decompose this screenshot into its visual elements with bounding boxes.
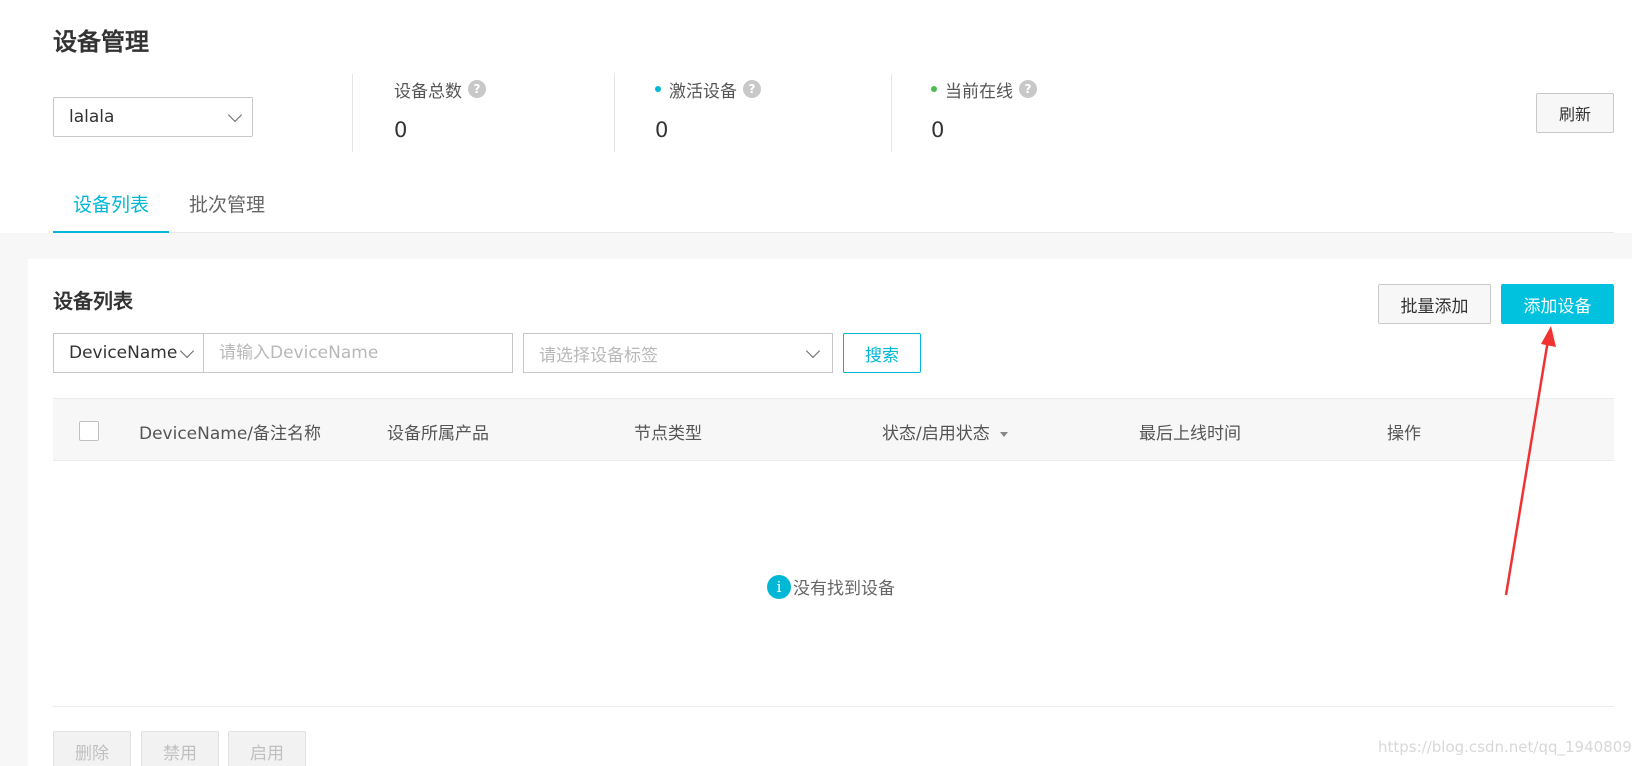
device-management-page: 设备管理 lalala 设备总数 ? 0 激活设备 ? 0 当前在线 ? 0 刷… [0, 0, 1632, 766]
annotation-arrow-head [1541, 326, 1556, 347]
annotation-arrow [1504, 326, 1556, 596]
annotation-arrow-shaft [1504, 339, 1550, 596]
